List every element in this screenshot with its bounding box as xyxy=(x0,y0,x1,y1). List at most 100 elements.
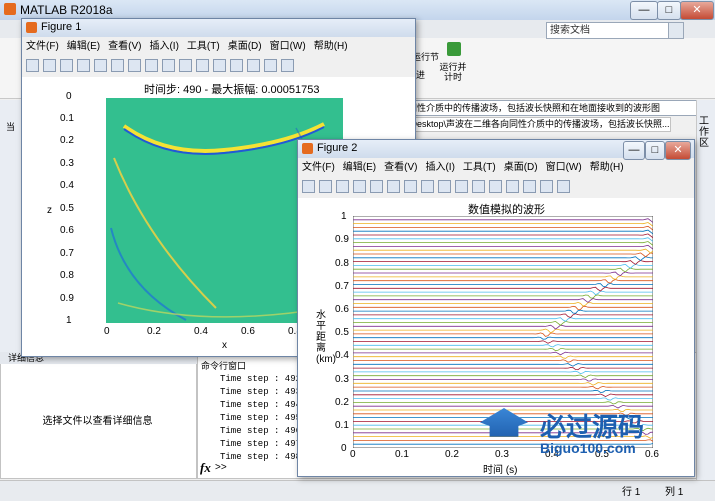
current-folder-label: 当 xyxy=(6,122,16,132)
close-button[interactable]: ✕ xyxy=(680,1,714,20)
run-and-time-button[interactable]: 运行并 计时 xyxy=(438,62,468,82)
f2-ytick: 1 xyxy=(341,211,347,222)
zoom-out-icon[interactable] xyxy=(128,59,141,72)
advance-label[interactable]: 进 xyxy=(416,68,425,81)
run-and-time-icon[interactable] xyxy=(447,42,461,56)
edit-plot-icon[interactable] xyxy=(94,59,107,72)
matlab-logo-icon xyxy=(26,22,37,33)
menu-tools[interactable]: 工具(T) xyxy=(463,162,496,173)
file-path-bar[interactable]: \Desktop\声波在二维各向同性介质中的传播波场，包括波长快照... xyxy=(404,117,671,132)
command-prompt[interactable]: >> xyxy=(215,462,227,473)
figure2-plot-title: 数值模拟的波形 xyxy=(468,204,545,216)
zoom-out-icon[interactable] xyxy=(404,180,417,193)
f2-ytick: 0.5 xyxy=(335,327,349,338)
figure2-menubar: 文件(F) 编辑(E) 查看(V) 插入(I) 工具(T) 桌面(D) 窗口(W) 帮助(H) xyxy=(298,160,694,176)
edit-plot-icon[interactable] xyxy=(370,180,383,193)
hide-plot-tools-icon[interactable] xyxy=(540,180,553,193)
matlab-logo-icon xyxy=(4,3,16,15)
save-icon[interactable] xyxy=(336,180,349,193)
print-icon[interactable] xyxy=(77,59,90,72)
data-cursor-icon[interactable] xyxy=(179,59,192,72)
current-folder-panel[interactable] xyxy=(0,100,22,360)
f1-ytick: 0.6 xyxy=(60,225,74,236)
rotate-icon[interactable] xyxy=(162,59,175,72)
minimize-button[interactable]: — xyxy=(630,1,658,20)
command-output-line: Time step : 495 xyxy=(220,413,302,423)
f2-xtick: 0.1 xyxy=(395,449,409,460)
f1-xtick: 0.4 xyxy=(194,326,208,337)
legend-icon[interactable] xyxy=(247,59,260,72)
brush-icon[interactable] xyxy=(196,59,209,72)
open-file-icon[interactable] xyxy=(43,59,56,72)
menu-desktop[interactable]: 桌面(D) xyxy=(228,41,262,52)
command-window-header: 命令行窗口 xyxy=(201,361,247,371)
new-figure-icon[interactable] xyxy=(26,59,39,72)
print-icon[interactable] xyxy=(353,180,366,193)
legend-icon[interactable] xyxy=(523,180,536,193)
pan-icon[interactable] xyxy=(145,59,158,72)
f1-ytick: 0.1 xyxy=(60,113,74,124)
f2-ytick: 0.9 xyxy=(335,234,349,245)
f2-xtick: 0 xyxy=(350,449,356,460)
f2-ytick: 0 xyxy=(341,443,347,454)
menu-desktop[interactable]: 桌面(D) xyxy=(504,162,538,173)
f2-xtick: 0.2 xyxy=(445,449,459,460)
brush-icon[interactable] xyxy=(472,180,485,193)
command-output-line: Time step : 494 xyxy=(220,400,302,410)
pan-icon[interactable] xyxy=(421,180,434,193)
hide-plot-tools-icon[interactable] xyxy=(264,59,277,72)
menu-help[interactable]: 帮助(H) xyxy=(590,162,624,173)
menu-insert[interactable]: 插入(I) xyxy=(425,162,454,173)
menu-view[interactable]: 查看(V) xyxy=(384,162,417,173)
f1-ytick: 0.9 xyxy=(60,293,74,304)
rotate-icon[interactable] xyxy=(438,180,451,193)
f1-xtick: 0.2 xyxy=(147,326,161,337)
run-section-label[interactable]: 运行节 xyxy=(412,52,439,62)
menu-tools[interactable]: 工具(T) xyxy=(187,41,220,52)
menu-edit[interactable]: 编辑(E) xyxy=(67,41,100,52)
colorbar-icon[interactable] xyxy=(506,180,519,193)
f1-xtick: 0.6 xyxy=(241,326,255,337)
status-row: 行 1 xyxy=(622,487,641,498)
data-cursor-icon[interactable] xyxy=(455,180,468,193)
command-output-line: Time step : 492 xyxy=(220,374,302,384)
menu-file[interactable]: 文件(F) xyxy=(302,162,335,173)
open-file-icon[interactable] xyxy=(319,180,332,193)
f2-ytick: 0.3 xyxy=(335,374,349,385)
show-plot-tools-icon[interactable] xyxy=(557,180,570,193)
f2-ylabel: 水平距离 (km) xyxy=(316,310,336,365)
f1-ylabel: z xyxy=(47,205,52,216)
colorbar-icon[interactable] xyxy=(230,59,243,72)
figure2-maximize-button[interactable]: □ xyxy=(645,141,665,160)
status-col: 列 1 xyxy=(665,487,684,498)
figure1-plot-title: 时间步: 490 - 最大振幅: 0.00051753 xyxy=(144,84,320,96)
menu-window[interactable]: 窗口(W) xyxy=(546,162,582,173)
maximize-button[interactable]: □ xyxy=(657,1,681,20)
f2-ytick: 0.7 xyxy=(335,281,349,292)
f2-ytick: 0.1 xyxy=(335,420,349,431)
show-plot-tools-icon[interactable] xyxy=(281,59,294,72)
f1-ytick: 0.7 xyxy=(60,248,74,259)
figure1-menubar: 文件(F) 编辑(E) 查看(V) 插入(I) 工具(T) 桌面(D) 窗口(W) 帮助(H) xyxy=(22,39,415,55)
menu-view[interactable]: 查看(V) xyxy=(108,41,141,52)
new-figure-icon[interactable] xyxy=(302,180,315,193)
zoom-in-icon[interactable] xyxy=(111,59,124,72)
figure2-close-button[interactable]: ✕ xyxy=(665,141,691,160)
workspace-label[interactable]: 工作区 xyxy=(699,116,711,149)
menu-window[interactable]: 窗口(W) xyxy=(270,41,306,52)
link-plot-icon[interactable] xyxy=(213,59,226,72)
menu-edit[interactable]: 编辑(E) xyxy=(343,162,376,173)
menu-insert[interactable]: 插入(I) xyxy=(149,41,178,52)
link-plot-icon[interactable] xyxy=(489,180,502,193)
zoom-in-icon[interactable] xyxy=(387,180,400,193)
search-input[interactable]: 搜索文档 xyxy=(546,22,671,39)
current-folder-address[interactable]: 同性介质中的传播波场，包括波长快照和在地面接收到的波形图 xyxy=(404,100,699,116)
menu-help[interactable]: 帮助(H) xyxy=(314,41,348,52)
menu-file[interactable]: 文件(F) xyxy=(26,41,59,52)
status-bar xyxy=(0,480,715,501)
workspace-strip[interactable] xyxy=(696,100,715,480)
figure2-minimize-button[interactable]: — xyxy=(623,141,645,160)
save-icon[interactable] xyxy=(60,59,73,72)
search-icon[interactable] xyxy=(668,22,684,39)
function-browser-icon[interactable]: fx xyxy=(200,460,211,476)
